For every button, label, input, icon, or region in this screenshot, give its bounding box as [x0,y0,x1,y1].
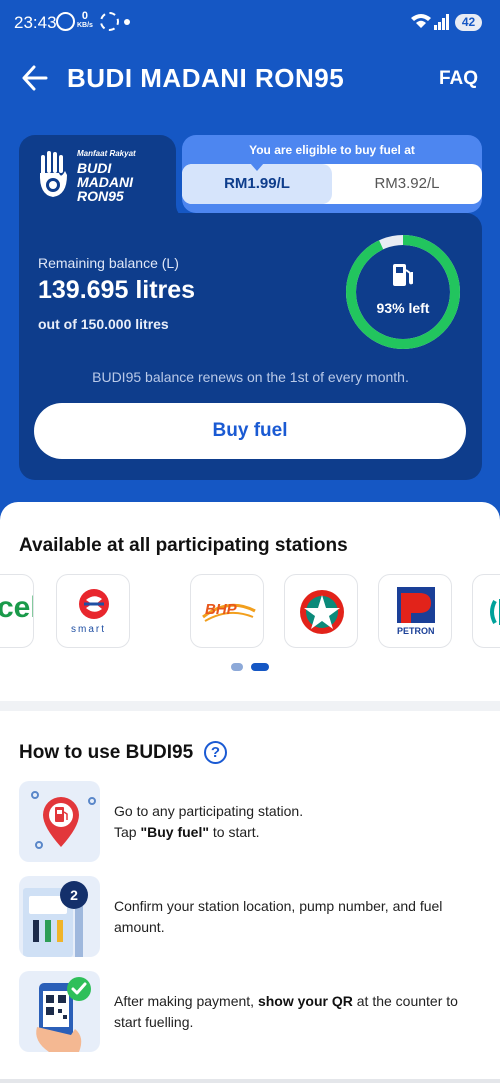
sync-icon [100,12,119,31]
price-segmented-control: RM1.99/L RM3.92/L [182,163,482,204]
hand-icon [39,151,67,197]
station-logo-carousel[interactable]: cel smart BHP PETRON [0,574,500,650]
step2-illustration: 2 [19,876,100,957]
remaining-balance-label: Remaining balance (L) [38,255,179,271]
qr-phone-icon [36,977,91,1052]
stations-title: Available at all participating stations [19,535,348,556]
how-to-title: How to use BUDI95 [19,742,194,763]
buy-fuel-button[interactable]: Buy fuel [34,403,466,459]
selected-caret-icon [250,163,264,171]
station-logo-smart[interactable]: smart [56,574,130,648]
pager-dot[interactable] [231,663,243,671]
step3-illustration [19,971,100,1052]
step3-text: After making payment, show your QR at th… [114,993,458,1030]
wifi-icon [410,13,432,32]
remaining-balance-value: 139.695 litres [38,276,196,304]
station-logo-bhp[interactable]: BHP [190,574,264,648]
back-arrow-icon[interactable] [22,64,48,92]
smart-logo-icon [79,589,109,619]
pager-dot-active[interactable] [251,663,269,671]
step-number-badge: 2 [60,881,88,909]
section-divider [0,701,500,711]
caltex-star-icon [300,590,344,634]
step1-illustration [19,781,100,862]
bottom-divider [0,1079,500,1083]
logo-line3: RON95 [77,188,124,204]
fuel-pump-icon [393,264,413,286]
balance-total: out of 150.000 litres [38,316,169,332]
fuel-dispenser-icon [23,888,83,957]
step1-line2: Tap "Buy fuel" to start. [114,824,260,840]
status-bar: 23:43 0 KB/s 42 [0,0,500,48]
balance-progress-ring: 93% left [344,233,462,351]
station-logo-petronas-partial[interactable] [472,574,500,648]
page-title: BUDI MADANI RON95 [67,63,345,93]
logo-line1: BUDI [77,160,112,176]
budi-madani-logo: Manfaat Rakyat BUDI MADANI RON95 [39,149,164,209]
station-logo-caltex-partial[interactable]: cel [0,574,34,648]
map-pin-icon [31,791,96,849]
notification-dot-icon [124,19,130,25]
step2-text: Confirm your station location, pump numb… [114,898,443,935]
price-selector: You are eligible to buy fuel at RM1.99/L… [182,135,482,213]
carousel-pager[interactable] [231,663,271,671]
net-speed-unit: KB/s [77,22,93,29]
price-option-market[interactable]: RM3.92/L [332,164,482,204]
renew-note: BUDI95 balance renews on the 1st of ever… [92,369,409,385]
petron-logo-icon [397,587,435,623]
step1-text: Go to any participating station. Tap "Bu… [114,801,484,843]
price-caption: You are eligible to buy fuel at [249,143,415,157]
step1-line1: Go to any participating station. [114,803,304,819]
balance-card: Manfaat Rakyat BUDI MADANI RON95 You are… [19,135,482,480]
logo-tagline: Manfaat Rakyat [77,149,136,158]
help-question-icon[interactable]: ? [204,741,227,764]
percent-left: 93% left [376,300,430,316]
petronas-logo-icon [490,599,500,625]
net-speed: 0 KB/s [77,11,93,31]
station-logo-petron[interactable]: PETRON [378,574,452,648]
battery-icon: 42 [455,14,482,31]
signal-icon [434,14,450,30]
whatsapp-icon [56,12,75,31]
faq-link[interactable]: FAQ [439,68,478,90]
status-time: 23:43 [14,13,57,32]
logo-line2: MADANI [77,174,133,190]
station-logo-caltex[interactable] [284,574,358,648]
